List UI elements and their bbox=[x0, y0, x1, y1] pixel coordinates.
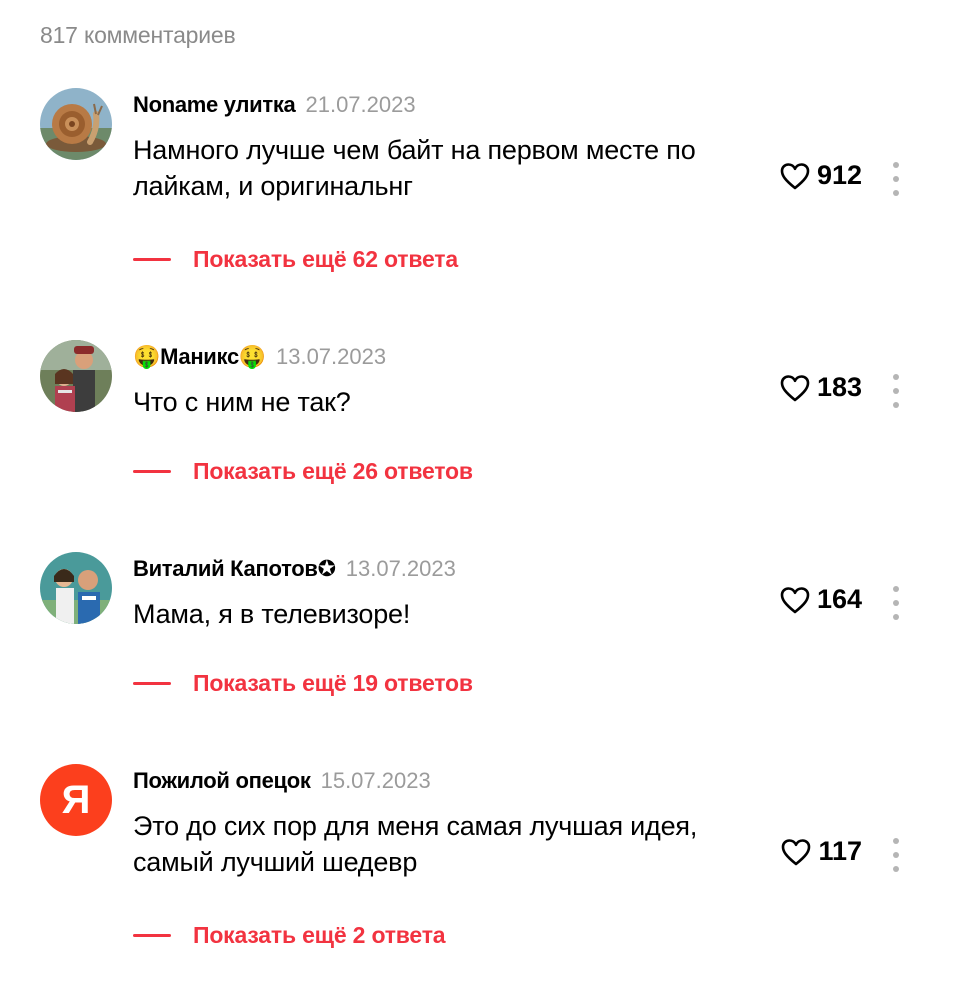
comment-meta: Пожилой опецок 15.07.2023 bbox=[133, 768, 431, 794]
comment-text: Что с ним не так? bbox=[133, 387, 351, 417]
replies-label: Показать ещё 19 ответов bbox=[193, 670, 473, 696]
comment-date: 13.07.2023 bbox=[345, 556, 456, 581]
more-options-icon[interactable] bbox=[888, 162, 904, 196]
show-replies-link[interactable]: Показать ещё 26 ответов bbox=[133, 458, 473, 485]
avatar[interactable] bbox=[40, 88, 112, 160]
photo-avatar-icon bbox=[40, 340, 112, 412]
comment-date: 13.07.2023 bbox=[275, 344, 387, 369]
avatar[interactable] bbox=[40, 552, 112, 624]
show-replies-link[interactable]: Показать ещё 19 ответов bbox=[133, 670, 473, 697]
more-options-icon[interactable] bbox=[888, 838, 904, 872]
more-options-icon[interactable] bbox=[888, 374, 904, 408]
replies-dash bbox=[133, 258, 171, 261]
comment-text: Мама, я в телевизоре! bbox=[133, 599, 411, 629]
like-count: 117 bbox=[818, 836, 862, 866]
like-count: 164 bbox=[816, 584, 862, 614]
comment-meta: Noname улитка 21.07.2023 bbox=[133, 92, 416, 118]
like-button[interactable]: 912 bbox=[779, 160, 862, 191]
heart-icon bbox=[780, 586, 810, 613]
comment-date: 21.07.2023 bbox=[305, 92, 416, 117]
replies-label: Показать ещё 62 ответа bbox=[193, 246, 458, 272]
replies-label: Показать ещё 26 ответов bbox=[193, 458, 473, 484]
avatar[interactable]: Я bbox=[40, 764, 112, 836]
more-options-icon[interactable] bbox=[888, 586, 904, 620]
comments-count: 817 комментариев bbox=[40, 22, 236, 48]
avatar[interactable] bbox=[40, 340, 112, 412]
show-replies-link[interactable]: Показать ещё 62 ответа bbox=[133, 246, 458, 273]
replies-dash bbox=[133, 470, 171, 473]
show-replies-link[interactable]: Показать ещё 2 ответа bbox=[133, 922, 446, 949]
comment-meta: 🤑Маникс🤑 13.07.2023 bbox=[133, 344, 386, 370]
replies-label: Показать ещё 2 ответа bbox=[193, 922, 446, 948]
like-count: 183 bbox=[816, 372, 862, 402]
comment-author[interactable]: Виталий Капотов✪ bbox=[133, 556, 336, 581]
comment-meta: Виталий Капотов✪ 13.07.2023 bbox=[133, 556, 456, 582]
snail-avatar-icon bbox=[40, 88, 112, 160]
comment-author[interactable]: 🤑Маникс🤑 bbox=[133, 344, 266, 369]
yandex-logo-icon: Я bbox=[61, 777, 91, 822]
replies-dash bbox=[133, 934, 171, 937]
heart-icon bbox=[782, 838, 811, 865]
replies-dash bbox=[133, 682, 171, 685]
like-count: 912 bbox=[816, 160, 862, 190]
comment-author[interactable]: Noname улитка bbox=[133, 92, 296, 117]
like-button[interactable]: 117 bbox=[780, 836, 862, 867]
comment-text: Намного лучше чем байт на первом месте п… bbox=[133, 135, 696, 201]
heart-icon bbox=[780, 162, 810, 189]
comment-author[interactable]: Пожилой опецок bbox=[133, 768, 311, 793]
comment-date: 15.07.2023 bbox=[320, 768, 431, 793]
comment-text: Это до сих пор для меня самая лучшая иде… bbox=[133, 811, 698, 877]
heart-icon bbox=[780, 374, 810, 401]
photo-avatar-icon bbox=[40, 552, 112, 624]
like-button[interactable]: 183 bbox=[779, 372, 862, 403]
like-button[interactable]: 164 bbox=[779, 584, 862, 615]
